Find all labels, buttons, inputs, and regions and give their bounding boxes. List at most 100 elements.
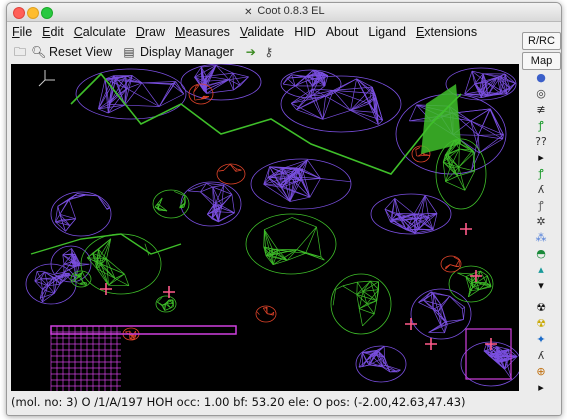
coot-window: ✕ Coot 0.8.3 EL File Edit Calculate Draw Meas…: [6, 2, 562, 416]
delete-icon[interactable]: ⊕: [521, 364, 561, 380]
mesh-line: [309, 178, 321, 198]
find-waters-icon[interactable]: ✲: [521, 214, 561, 230]
menu-calculate[interactable]: Calculate: [69, 25, 131, 39]
menu-label: About: [325, 25, 359, 39]
mesh-line: [68, 199, 77, 219]
menu-measures[interactable]: Measures: [170, 25, 235, 39]
difference-map-positive-mesh: [330, 273, 392, 335]
clear-icon[interactable]: ◓: [521, 246, 561, 262]
mesh-line: [97, 195, 110, 209]
mesh-line: [342, 285, 357, 295]
menu-extensions[interactable]: Extensions: [411, 25, 482, 39]
mesh-outline: [330, 273, 392, 335]
mesh-line: [266, 307, 268, 314]
menu-label: Ligand: [368, 25, 406, 39]
title-bar[interactable]: ✕ Coot 0.8.3 EL: [7, 3, 561, 22]
water-marker: [405, 318, 417, 330]
menu-validate[interactable]: Validate: [235, 25, 289, 39]
mesh-line: [442, 162, 446, 182]
menu-label: alculate: [82, 25, 126, 39]
zoom-icon[interactable]: 🔍︎: [31, 45, 46, 59]
difference-map-negative-mesh: [216, 163, 246, 185]
mesh-line: [378, 120, 383, 125]
mesh-line: [478, 134, 504, 136]
mesh-line: [272, 259, 288, 266]
difference-map-positive-mesh: [152, 189, 190, 219]
open-file-icon[interactable]: 🗀: [13, 45, 27, 59]
ligand-icon[interactable]: ʎ: [521, 348, 561, 364]
mesh-line: [362, 352, 367, 362]
mesh-line: [461, 308, 464, 320]
mesh-line: [357, 281, 364, 292]
density-map-mesh: [280, 69, 342, 99]
mesh-line: [157, 301, 163, 306]
mesh-line: [455, 259, 460, 267]
mesh-line: [228, 72, 234, 80]
density-map-mesh: [355, 345, 407, 383]
mesh-line: [463, 307, 466, 320]
difference-map-positive-mesh: [80, 233, 162, 295]
arrow-down-icon[interactable]: ▾: [521, 278, 561, 294]
mesh-line: [158, 81, 176, 107]
mesh-line: [440, 295, 450, 306]
mesh-line: [362, 280, 371, 292]
mesh-outline: [216, 163, 246, 185]
model-map-icon[interactable]: ▴: [521, 262, 561, 278]
mesh-line: [432, 309, 442, 326]
mesh-line: [282, 74, 292, 85]
auto-fit-icon[interactable]: ꝭ: [521, 198, 561, 214]
display-manager-button[interactable]: Display Manager: [140, 45, 234, 59]
flip-peptide-icon[interactable]: ꝭ: [521, 118, 561, 134]
menu-about[interactable]: About: [321, 25, 364, 39]
ring-plane: [421, 84, 461, 154]
display-manager-icon[interactable]: ▤: [122, 45, 136, 59]
mesh-line: [373, 300, 378, 315]
mesh-line: [490, 108, 504, 135]
reset-view-button[interactable]: Reset View: [49, 45, 112, 59]
mesh-line: [141, 81, 176, 84]
key-icon[interactable]: ⚷: [262, 45, 276, 59]
menu-label: xtensions: [424, 25, 478, 39]
menu-ligand[interactable]: Ligand: [363, 25, 411, 39]
arrow-right-icon[interactable]: ▸: [521, 150, 561, 166]
sparkle-icon[interactable]: ✦: [521, 332, 561, 348]
difference-map-positive-mesh: [155, 295, 177, 313]
mesh-line: [305, 226, 317, 254]
mesh-line: [342, 281, 358, 287]
backbone-bond: [70, 72, 462, 175]
menu-file[interactable]: File: [7, 25, 37, 39]
molecule-graphics-canvas[interactable]: [11, 64, 519, 391]
density-map-mesh: [410, 288, 472, 340]
add-atom-icon[interactable]: ꝭ: [521, 166, 561, 182]
mesh-line: [449, 295, 463, 310]
map-button[interactable]: Map: [522, 52, 561, 70]
mutate-icon[interactable]: ʎ: [521, 182, 561, 198]
go-to-atom-icon[interactable]: ➔: [244, 45, 258, 59]
mesh-line: [194, 98, 202, 101]
unknown-icon[interactable]: ??: [521, 134, 561, 150]
mesh-line: [356, 282, 358, 295]
mesh-line: [322, 110, 351, 120]
mesh-line: [296, 226, 317, 250]
menu-bar: File Edit Calculate Draw Measures Validate HID…: [7, 22, 521, 42]
mesh-line: [325, 95, 351, 111]
electron-density-scene[interactable]: [11, 64, 519, 391]
warning-icon[interactable]: ☢: [521, 316, 561, 332]
add-alt-conf-icon[interactable]: ⁂: [521, 230, 561, 246]
menu-draw[interactable]: Draw: [131, 25, 170, 39]
rotate-icon[interactable]: ◎: [521, 86, 561, 102]
sphere-refine-icon[interactable]: ●: [521, 70, 561, 86]
mesh-line: [479, 138, 503, 154]
menu-mnemonic: C: [73, 25, 83, 39]
mesh-line: [108, 273, 125, 286]
mesh-line: [362, 313, 375, 327]
mesh-line: [37, 270, 45, 273]
rrc-button[interactable]: R/RC: [522, 32, 561, 50]
mesh-line: [316, 226, 322, 258]
status-bar: (mol. no: 3) O /1/A/197 HOH occ: 1.00 bf…: [11, 395, 466, 409]
menu-edit[interactable]: Edit: [37, 25, 69, 39]
radiation-icon[interactable]: ☢: [521, 300, 561, 316]
menu-hid[interactable]: HID: [289, 25, 321, 39]
mesh-line: [193, 92, 196, 101]
rotamer-icon[interactable]: ≢: [521, 102, 561, 118]
